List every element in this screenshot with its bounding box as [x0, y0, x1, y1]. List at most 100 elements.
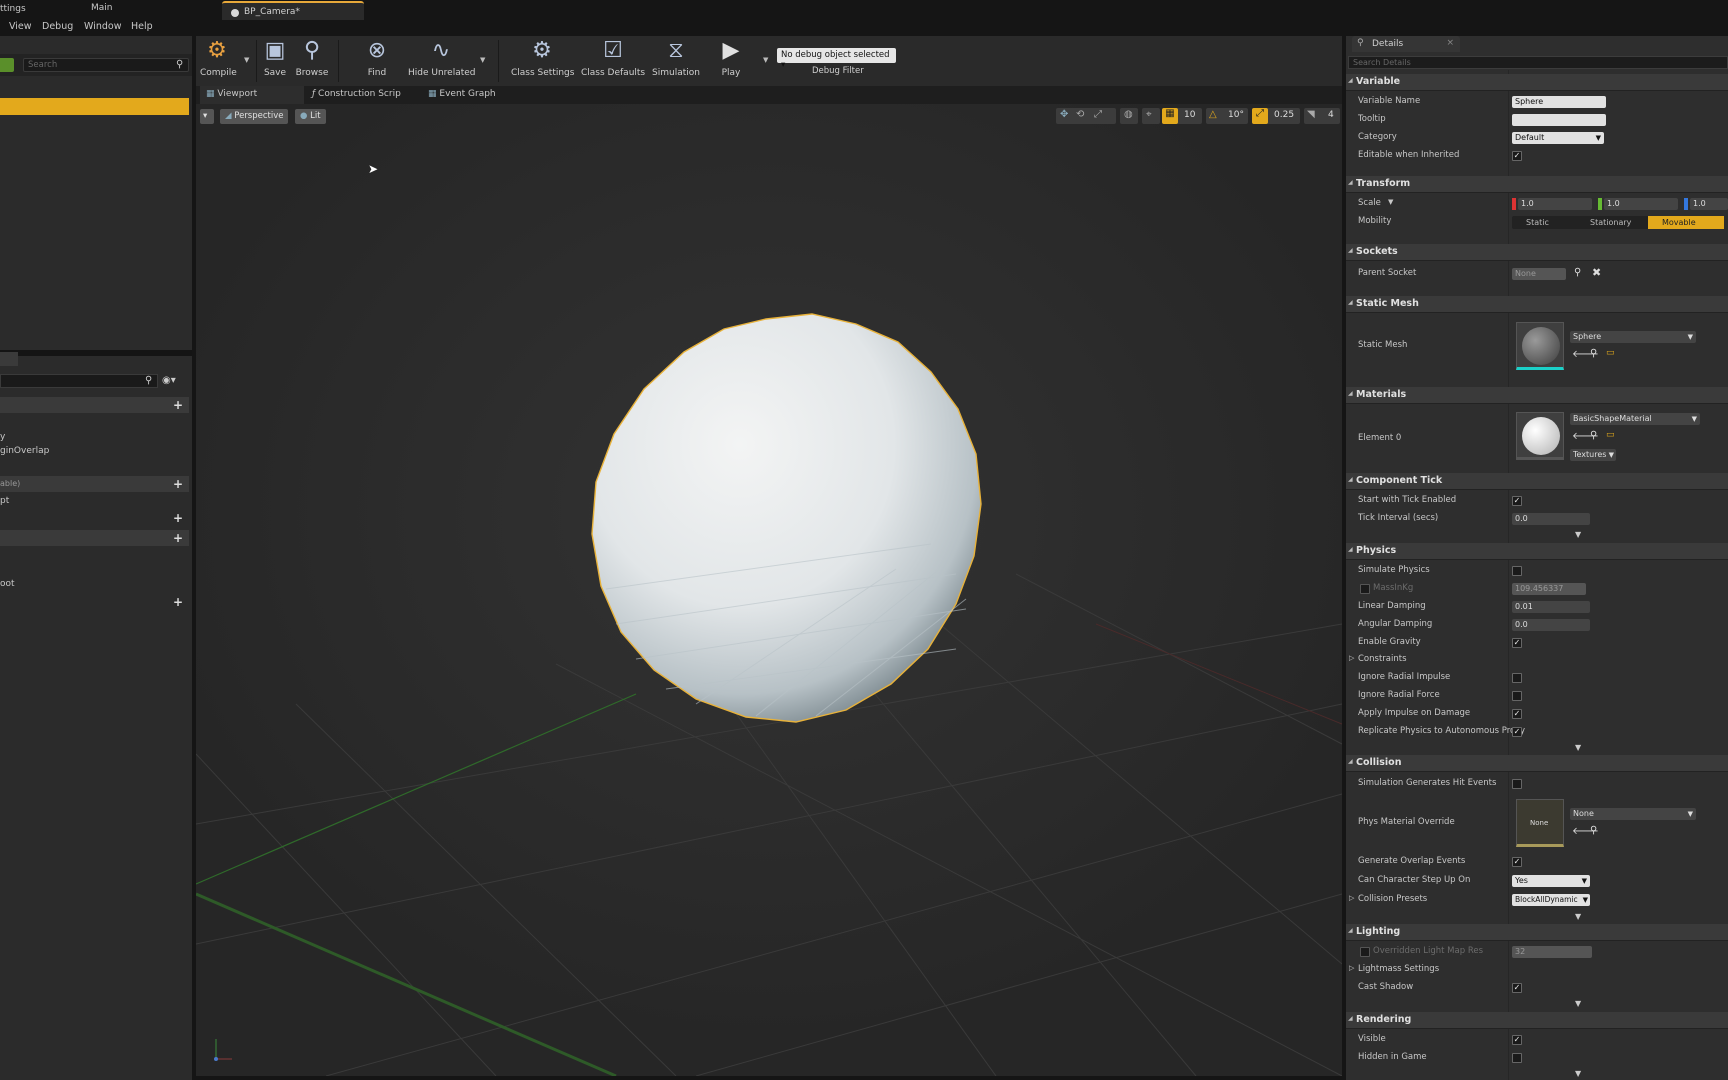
- expand-advanced-icon[interactable]: ▼: [1575, 743, 1581, 752]
- perspective-button[interactable]: ◢ Perspective: [220, 109, 289, 124]
- play-button[interactable]: ▶ Play: [716, 38, 746, 78]
- hidden-in-game-checkbox[interactable]: [1512, 1053, 1522, 1063]
- category-rendering[interactable]: Rendering: [1346, 1012, 1728, 1029]
- ignore-radial-impulse-checkbox[interactable]: [1512, 673, 1522, 683]
- impulse-on-damage-checkbox[interactable]: ✓: [1512, 709, 1522, 719]
- tab-construction-script[interactable]: ƒ Construction Scrip: [310, 86, 410, 104]
- cast-shadow-checkbox[interactable]: ✓: [1512, 983, 1522, 993]
- chevron-down-icon[interactable]: ▼: [763, 56, 768, 64]
- mobility-stationary-option[interactable]: Stationary: [1576, 216, 1646, 229]
- sim-hit-events-checkbox[interactable]: [1512, 779, 1522, 789]
- section-event-dispatchers[interactable]: +: [0, 594, 189, 610]
- list-item[interactable]: y: [0, 432, 5, 442]
- enable-gravity-checkbox[interactable]: ✓: [1512, 638, 1522, 648]
- category-variable[interactable]: Variable: [1346, 74, 1728, 91]
- ignore-radial-force-checkbox[interactable]: [1512, 691, 1522, 701]
- chevron-down-icon[interactable]: ▼: [480, 56, 485, 64]
- compile-button[interactable]: ⚙ Compile: [200, 38, 237, 78]
- tooltip-input[interactable]: [1512, 114, 1606, 126]
- textures-dropdown[interactable]: Textures ▼: [1570, 449, 1616, 461]
- expand-advanced-icon[interactable]: ▼: [1575, 1069, 1581, 1078]
- category-sockets[interactable]: Sockets: [1346, 244, 1728, 261]
- tab-event-graph[interactable]: ▦ Event Graph: [426, 86, 522, 104]
- collision-presets-select[interactable]: BlockAllDynamic ▼: [1512, 894, 1590, 906]
- tab-viewport[interactable]: ▦ Viewport: [200, 86, 304, 104]
- add-component-button[interactable]: [0, 58, 14, 72]
- rotate-icon[interactable]: ⟲: [1076, 109, 1084, 120]
- document-tab-bp-camera[interactable]: BP_Camera*: [222, 1, 364, 20]
- list-item[interactable]: ginOverlap: [0, 446, 49, 456]
- expand-advanced-icon[interactable]: ▼: [1575, 530, 1581, 539]
- overlap-events-checkbox[interactable]: ✓: [1512, 857, 1522, 867]
- static-mesh-select[interactable]: Sphere ▼: [1570, 331, 1696, 343]
- class-settings-button[interactable]: ⚙ Class Settings: [511, 38, 574, 78]
- add-icon[interactable]: +: [173, 398, 183, 412]
- panel-splitter[interactable]: [0, 350, 192, 356]
- section-variables[interactable]: +: [0, 530, 189, 546]
- folder-icon[interactable]: ▭: [1606, 348, 1615, 358]
- simulation-button[interactable]: ⧖ Simulation: [651, 38, 701, 78]
- category-component-tick[interactable]: Component Tick: [1346, 473, 1728, 490]
- category-static-mesh[interactable]: Static Mesh: [1346, 296, 1728, 313]
- expand-advanced-icon[interactable]: ▼: [1575, 999, 1581, 1008]
- transform-tools[interactable]: ✥ ⟲ ⤢: [1056, 108, 1116, 124]
- mobility-movable-option[interactable]: Movable: [1648, 216, 1724, 229]
- hide-unrelated-button[interactable]: ∿ Hide Unrelated: [408, 38, 476, 78]
- mobility-static-option[interactable]: Static: [1512, 216, 1574, 229]
- browse-asset-icon[interactable]: ⚲: [1590, 348, 1597, 359]
- scale-x-input[interactable]: 1.0: [1518, 198, 1592, 210]
- chevron-right-icon[interactable]: ▷: [1349, 894, 1354, 902]
- menu-help[interactable]: Help: [131, 21, 153, 32]
- material-thumbnail[interactable]: [1516, 412, 1564, 460]
- phys-material-thumbnail[interactable]: None: [1516, 799, 1564, 847]
- category-select[interactable]: Default ▼: [1512, 132, 1604, 144]
- debug-object-select[interactable]: No debug object selected ▾: [777, 48, 896, 70]
- tick-interval-input[interactable]: 0.0: [1512, 513, 1590, 525]
- category-physics[interactable]: Physics: [1346, 543, 1728, 560]
- add-icon[interactable]: +: [173, 595, 183, 609]
- selected-component-row[interactable]: [0, 98, 189, 115]
- material-select[interactable]: BasicShapeMaterial ▼: [1570, 413, 1700, 425]
- camera-speed-button[interactable]: ◥ 4: [1304, 108, 1340, 124]
- close-icon[interactable]: ×: [1446, 38, 1454, 48]
- add-icon[interactable]: +: [173, 511, 183, 525]
- linear-damping-input[interactable]: 0.01: [1512, 601, 1590, 613]
- my-blueprint-tab[interactable]: [0, 352, 18, 366]
- start-tick-checkbox[interactable]: ✓: [1512, 496, 1522, 506]
- category-collision[interactable]: Collision: [1346, 755, 1728, 772]
- viewport-options-button[interactable]: ▾: [200, 109, 214, 124]
- components-search-input[interactable]: Search: [23, 58, 189, 72]
- folder-icon[interactable]: ▭: [1606, 430, 1615, 440]
- step-up-select[interactable]: Yes ▼: [1512, 875, 1590, 887]
- visible-checkbox[interactable]: ✓: [1512, 1035, 1522, 1045]
- menu-view[interactable]: View: [9, 21, 32, 32]
- category-materials[interactable]: Materials: [1346, 387, 1728, 404]
- category-transform[interactable]: Transform: [1346, 176, 1728, 193]
- move-icon[interactable]: ✥: [1060, 109, 1068, 120]
- my-blueprint-search-input[interactable]: [0, 374, 158, 388]
- list-item[interactable]: pt: [0, 496, 9, 506]
- scale-z-input[interactable]: 1.0: [1690, 198, 1728, 210]
- light-map-override-checkbox[interactable]: [1360, 947, 1370, 957]
- variable-name-input[interactable]: Sphere: [1512, 96, 1606, 108]
- parent-socket-input[interactable]: None: [1512, 268, 1566, 280]
- details-search-input[interactable]: Search Details: [1348, 56, 1728, 69]
- chevron-down-icon[interactable]: ▼: [244, 56, 249, 64]
- replicate-physics-checkbox[interactable]: ✓: [1512, 727, 1522, 737]
- eye-icon[interactable]: ◉▾: [162, 375, 176, 386]
- phys-material-select[interactable]: None ▼: [1570, 808, 1696, 820]
- scale-snap-toggle[interactable]: ⤢ 0.25: [1252, 108, 1300, 124]
- menu-window[interactable]: Window: [84, 21, 121, 32]
- scale-icon[interactable]: ⤢: [1094, 109, 1102, 120]
- section-graphs[interactable]: +: [0, 397, 189, 413]
- scale-y-input[interactable]: 1.0: [1604, 198, 1678, 210]
- editable-inherited-checkbox[interactable]: ✓: [1512, 151, 1522, 161]
- section-functions[interactable]: able) +: [0, 476, 189, 492]
- browse-asset-icon[interactable]: ⚲: [1590, 430, 1597, 441]
- expand-advanced-icon[interactable]: ▼: [1575, 912, 1581, 921]
- rotation-snap-toggle[interactable]: △ 10°: [1206, 108, 1248, 124]
- viewport-canvas[interactable]: ➤ ▾ ◢ Perspective ● Lit ✥ ⟲ ⤢ ◍ ⌖ ▦ 10 △…: [196, 104, 1342, 1076]
- row-lightmass-settings[interactable]: ▷ Lightmass Settings: [1346, 961, 1728, 979]
- lit-button[interactable]: ● Lit: [295, 109, 326, 124]
- tab-details[interactable]: ⚲ Details ×: [1352, 36, 1460, 52]
